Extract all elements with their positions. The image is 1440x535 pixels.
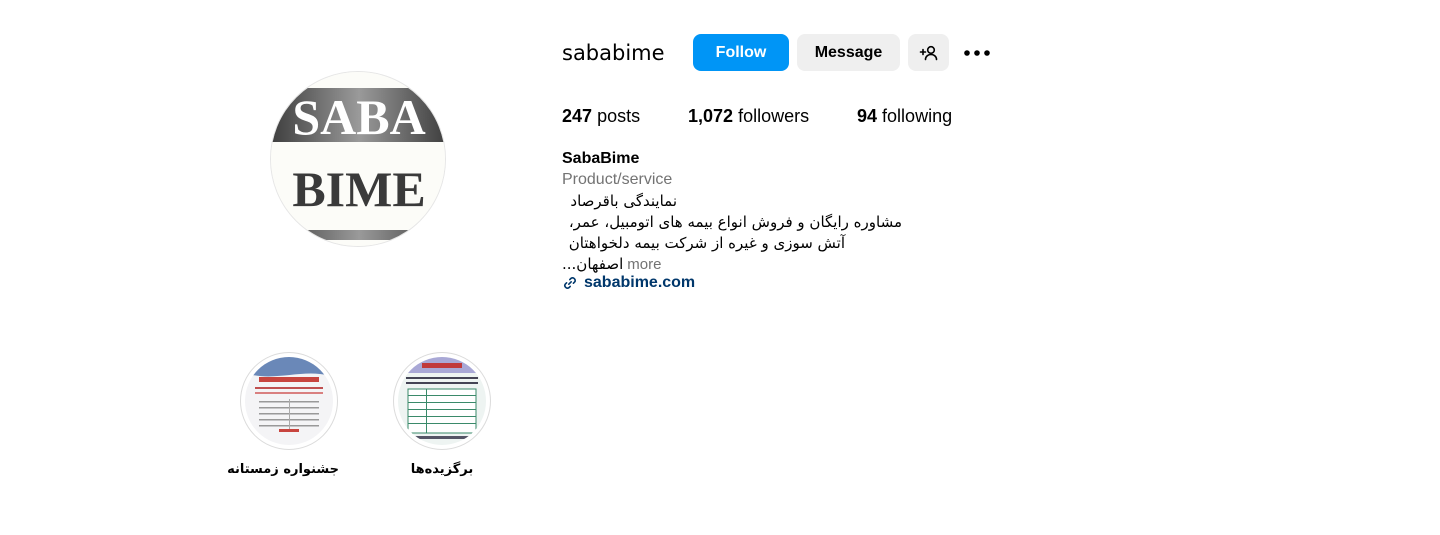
bio-line-text: اصفهان... [562,255,624,273]
posts-count: 247 [562,106,593,126]
avatar-text-line1: SABA [292,89,425,145]
suggest-users-button[interactable] [908,34,949,71]
posts-label: posts [597,106,641,126]
bio-line: آتش سوزی و غیره از شرکت بیمه دلخواهتان [568,234,845,252]
bio-line: مشاوره رایگان و فروش انواع بیمه های اتوم… [568,213,902,231]
message-button[interactable]: Message [797,34,900,71]
story-highlight[interactable]: جشنواره زمستانه [227,352,339,477]
highlight-ring [393,352,491,450]
profile-full-name: SabaBime [562,150,640,167]
bio-line-last: more اصفهان... [562,254,682,275]
followers-label: followers [738,106,810,126]
person-add-icon [919,45,937,60]
highlight-cover [245,357,333,445]
profile-username: sababime [562,41,665,65]
followers-count: 1,072 [688,106,734,126]
profile-category: Product/service [562,171,673,188]
highlight-label: جشنواره زمستانه [227,462,339,477]
profile-avatar[interactable]: SABA BIME [270,71,446,247]
following-count: 94 [857,106,878,126]
avatar-text-line2: BIME [292,161,425,217]
bio-line: نمایندگی باقرصاد [570,192,677,210]
follow-button[interactable]: Follow [693,34,789,71]
stat-posts: 247 posts [562,103,640,129]
highlight-label: برگزیده‌ها [410,462,474,477]
stat-following[interactable]: 94 following [857,103,952,129]
website-link[interactable]: sababime.com [562,274,695,292]
link-icon [564,277,576,289]
stat-followers[interactable]: 1,072 followers [688,103,809,129]
following-label: following [882,106,953,126]
more-horizontal-icon [964,50,990,56]
more-options-button[interactable] [960,40,994,66]
website-link-text[interactable]: sababime.com [584,274,695,292]
highlight-ring [240,352,338,450]
story-highlight[interactable]: برگزیده‌ها [392,352,492,477]
highlight-cover [398,357,486,445]
avatar-logo: SABA BIME [271,72,445,246]
bio-more-link[interactable]: more [627,254,661,275]
